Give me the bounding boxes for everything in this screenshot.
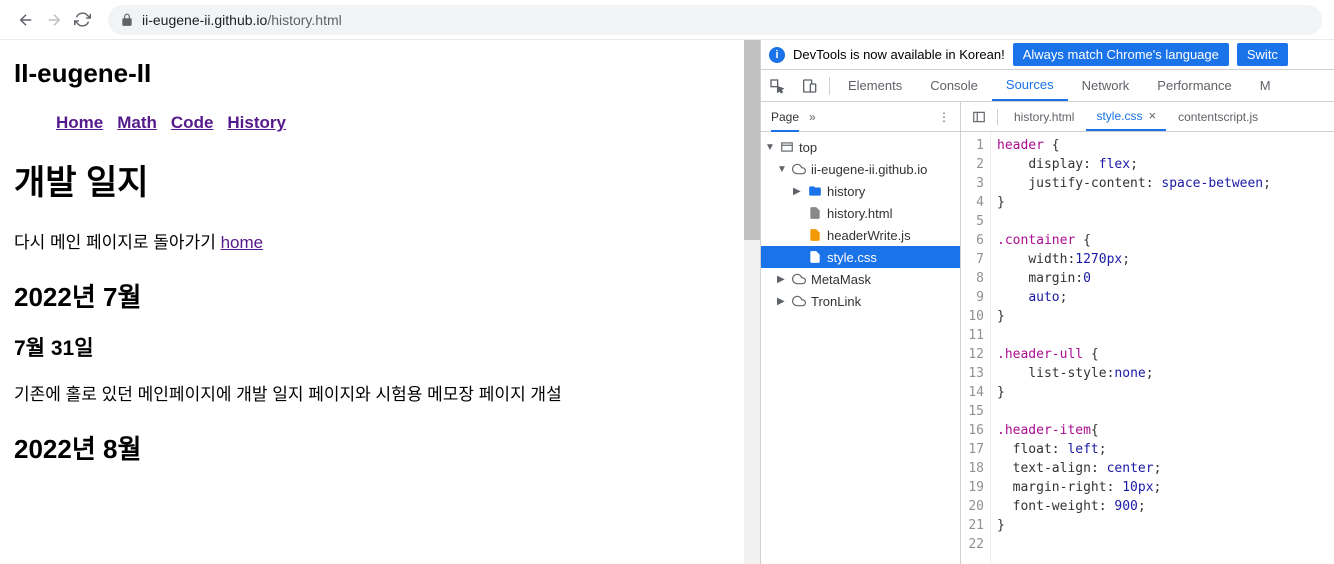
- close-icon[interactable]: ×: [1148, 108, 1156, 123]
- tab-elements[interactable]: Elements: [834, 70, 916, 101]
- tree-tronlink[interactable]: ▶ TronLink: [761, 290, 960, 312]
- file-tree: ▼ top ▼ ii-eugene-ii.github.io ▶ history: [761, 132, 960, 316]
- nav-link-code[interactable]: Code: [171, 113, 214, 133]
- site-nav: Home Math Code History: [14, 113, 746, 133]
- tree-folder-history[interactable]: ▶ history: [761, 180, 960, 202]
- cloud-icon: [791, 271, 807, 287]
- tree-file-headerwrite-js[interactable]: headerWrite.js: [761, 224, 960, 246]
- tab-performance[interactable]: Performance: [1143, 70, 1245, 101]
- sidebar-toggle-icon[interactable]: [967, 110, 991, 124]
- forward-button[interactable]: [40, 6, 68, 34]
- tab-network[interactable]: Network: [1068, 70, 1144, 101]
- date-heading: 7월 31일: [14, 332, 746, 362]
- page-scrollbar[interactable]: [744, 40, 760, 564]
- file-icon: [807, 205, 823, 221]
- file-icon: [807, 227, 823, 243]
- back-home-text: 다시 메인 페이지로 돌아가기 home: [14, 228, 746, 253]
- banner-match-button[interactable]: Always match Chrome's language: [1013, 43, 1229, 66]
- nav-link-home[interactable]: Home: [56, 113, 103, 133]
- tree-top[interactable]: ▼ top: [761, 136, 960, 158]
- nav-link-history[interactable]: History: [227, 113, 286, 133]
- tree-metamask[interactable]: ▶ MetaMask: [761, 268, 960, 290]
- lock-icon: [120, 13, 134, 27]
- nav-link-math[interactable]: Math: [117, 113, 157, 133]
- sources-navigator: Page » ⋮ ▼ top ▼ ii-eugene-ii.github.io: [761, 102, 961, 564]
- page-heading: 개발 일지: [14, 155, 746, 204]
- inspect-icon[interactable]: [761, 70, 793, 101]
- browser-toolbar: ii-eugene-ii.github.io/history.html: [0, 0, 1334, 40]
- cloud-icon: [791, 293, 807, 309]
- code-text[interactable]: header { display: flex; justify-content:…: [991, 132, 1334, 564]
- info-icon: i: [769, 47, 785, 63]
- home-link[interactable]: home: [221, 233, 264, 252]
- tree-file-style-css[interactable]: style.css: [761, 246, 960, 268]
- more-tabs-icon[interactable]: »: [809, 110, 816, 124]
- editor-pane: history.html style.css× contentscript.js…: [961, 102, 1334, 564]
- tree-file-history-html[interactable]: history.html: [761, 202, 960, 224]
- editor-tab-contentscript[interactable]: contentscript.js: [1168, 102, 1268, 131]
- banner-switch-button[interactable]: Switc: [1237, 43, 1288, 66]
- month-heading-july: 2022년 7월: [14, 277, 746, 314]
- editor-tab-history[interactable]: history.html: [1004, 102, 1084, 131]
- navigator-header: Page » ⋮: [761, 102, 960, 132]
- banner-text: DevTools is now available in Korean!: [793, 47, 1005, 62]
- devtools-banner: i DevTools is now available in Korean! A…: [761, 40, 1334, 70]
- cloud-icon: [791, 161, 807, 177]
- scrollbar-thumb[interactable]: [744, 40, 760, 240]
- back-button[interactable]: [12, 6, 40, 34]
- editor-tab-style[interactable]: style.css×: [1086, 102, 1166, 131]
- file-icon: [807, 249, 823, 265]
- code-editor[interactable]: 12345678910111213141516171819202122 head…: [961, 132, 1334, 564]
- navigator-menu-icon[interactable]: ⋮: [938, 110, 950, 124]
- tab-console[interactable]: Console: [916, 70, 992, 101]
- window-icon: [779, 139, 795, 155]
- devtools-panel: i DevTools is now available in Korean! A…: [760, 40, 1334, 564]
- site-title: II-eugene-II: [14, 58, 746, 89]
- webpage-viewport: II-eugene-II Home Math Code History 개발 일…: [0, 40, 760, 564]
- folder-icon: [807, 183, 823, 199]
- reload-button[interactable]: [68, 6, 96, 34]
- tab-more[interactable]: M: [1246, 70, 1285, 101]
- page-tab[interactable]: Page: [771, 102, 799, 132]
- tab-sources[interactable]: Sources: [992, 70, 1068, 101]
- month-heading-aug: 2022년 8월: [14, 429, 746, 466]
- devtools-tabs: Elements Console Sources Network Perform…: [761, 70, 1334, 102]
- editor-tabs: history.html style.css× contentscript.js: [961, 102, 1334, 132]
- url-text: ii-eugene-ii.github.io/history.html: [142, 12, 342, 28]
- address-bar[interactable]: ii-eugene-ii.github.io/history.html: [108, 5, 1322, 35]
- device-icon[interactable]: [793, 70, 825, 101]
- entry-text: 기존에 홀로 있던 메인페이지에 개발 일지 페이지와 시험용 메모장 페이지 …: [14, 380, 746, 405]
- line-numbers: 12345678910111213141516171819202122: [961, 132, 991, 564]
- tree-domain[interactable]: ▼ ii-eugene-ii.github.io: [761, 158, 960, 180]
